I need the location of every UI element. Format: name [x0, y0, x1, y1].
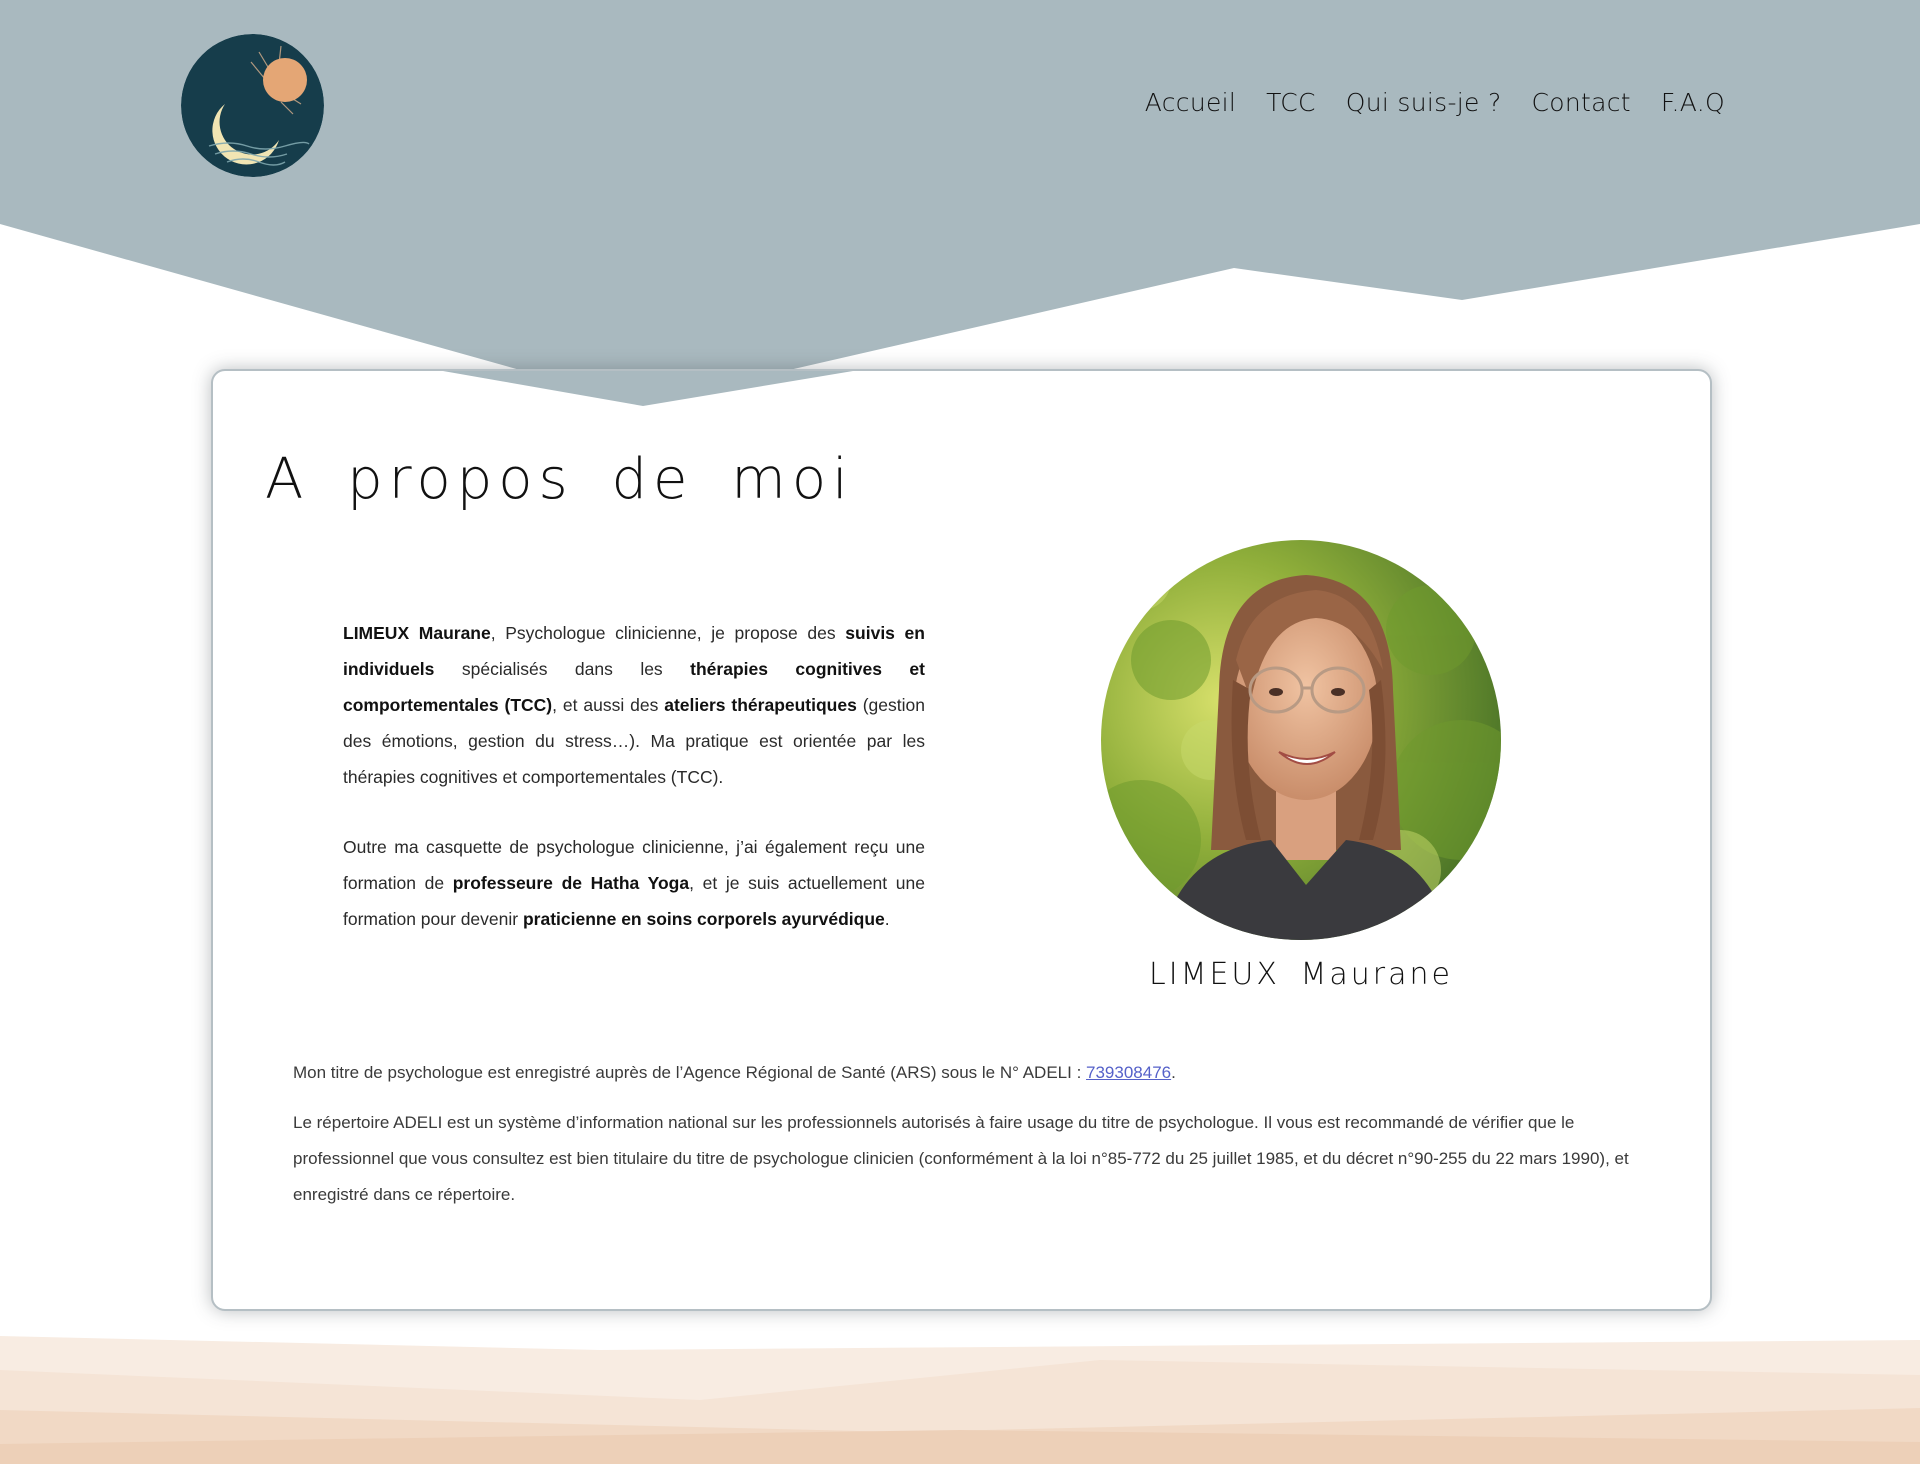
adeli-registration: Mon titre de psychologue est enregistré …	[293, 1055, 1633, 1091]
intro-paragraph-1: LIMEUX Maurane, Psychologue clinicienne,…	[343, 615, 925, 795]
adeli-section: Mon titre de psychologue est enregistré …	[293, 1055, 1633, 1227]
emphasis-text: professeure de Hatha Yoga	[452, 873, 690, 893]
emphasis-text: praticienne en soins corporels ayurvédiq…	[522, 909, 885, 929]
card-header-overlap	[443, 371, 853, 406]
adeli-prefix: Mon titre de psychologue est enregistré …	[293, 1063, 1087, 1082]
emphasis-text: ateliers thérapeutiques	[664, 695, 857, 715]
emphasis-text: LIMEUX Maurane	[343, 623, 491, 643]
body-text: .	[884, 909, 890, 929]
about-card: A propos de moi LIMEUX Maurane, Psycholo…	[211, 369, 1712, 1311]
nav-link-contact[interactable]: Contact	[1532, 88, 1631, 117]
adeli-info: Le répertoire ADELI est un système d’inf…	[293, 1113, 1629, 1204]
page-title: A propos de moi	[265, 447, 854, 512]
nav-link-tcc[interactable]: TCC	[1266, 88, 1316, 117]
adeli-number-link[interactable]: 739308476	[1086, 1063, 1171, 1082]
moon-sun-logo-icon	[181, 34, 324, 177]
body-text: spécialisés dans les	[434, 659, 691, 679]
portrait-caption: LIMEUX Maurane	[1149, 957, 1453, 992]
nav-link-accueil[interactable]: Accueil	[1145, 88, 1236, 117]
main-nav: Accueil TCC Qui suis-je ? Contact F.A.Q	[1145, 88, 1725, 117]
nav-link-qui-suis-je[interactable]: Qui suis-je ?	[1346, 88, 1502, 117]
adeli-suffix: .	[1171, 1063, 1176, 1082]
nav-link-faq[interactable]: F.A.Q	[1661, 88, 1725, 117]
portrait-image	[1101, 540, 1501, 940]
body-text: , Psychologue clinicienne, je propose de…	[490, 623, 846, 643]
footer-waves	[0, 1336, 1920, 1464]
body-text: , et aussi des	[552, 695, 665, 715]
intro-paragraph-2: Outre ma casquette de psychologue clinic…	[343, 829, 925, 937]
intro-text: LIMEUX Maurane, Psychologue clinicienne,…	[343, 615, 925, 971]
portrait-photo	[1101, 540, 1501, 940]
site-logo[interactable]	[181, 34, 324, 177]
